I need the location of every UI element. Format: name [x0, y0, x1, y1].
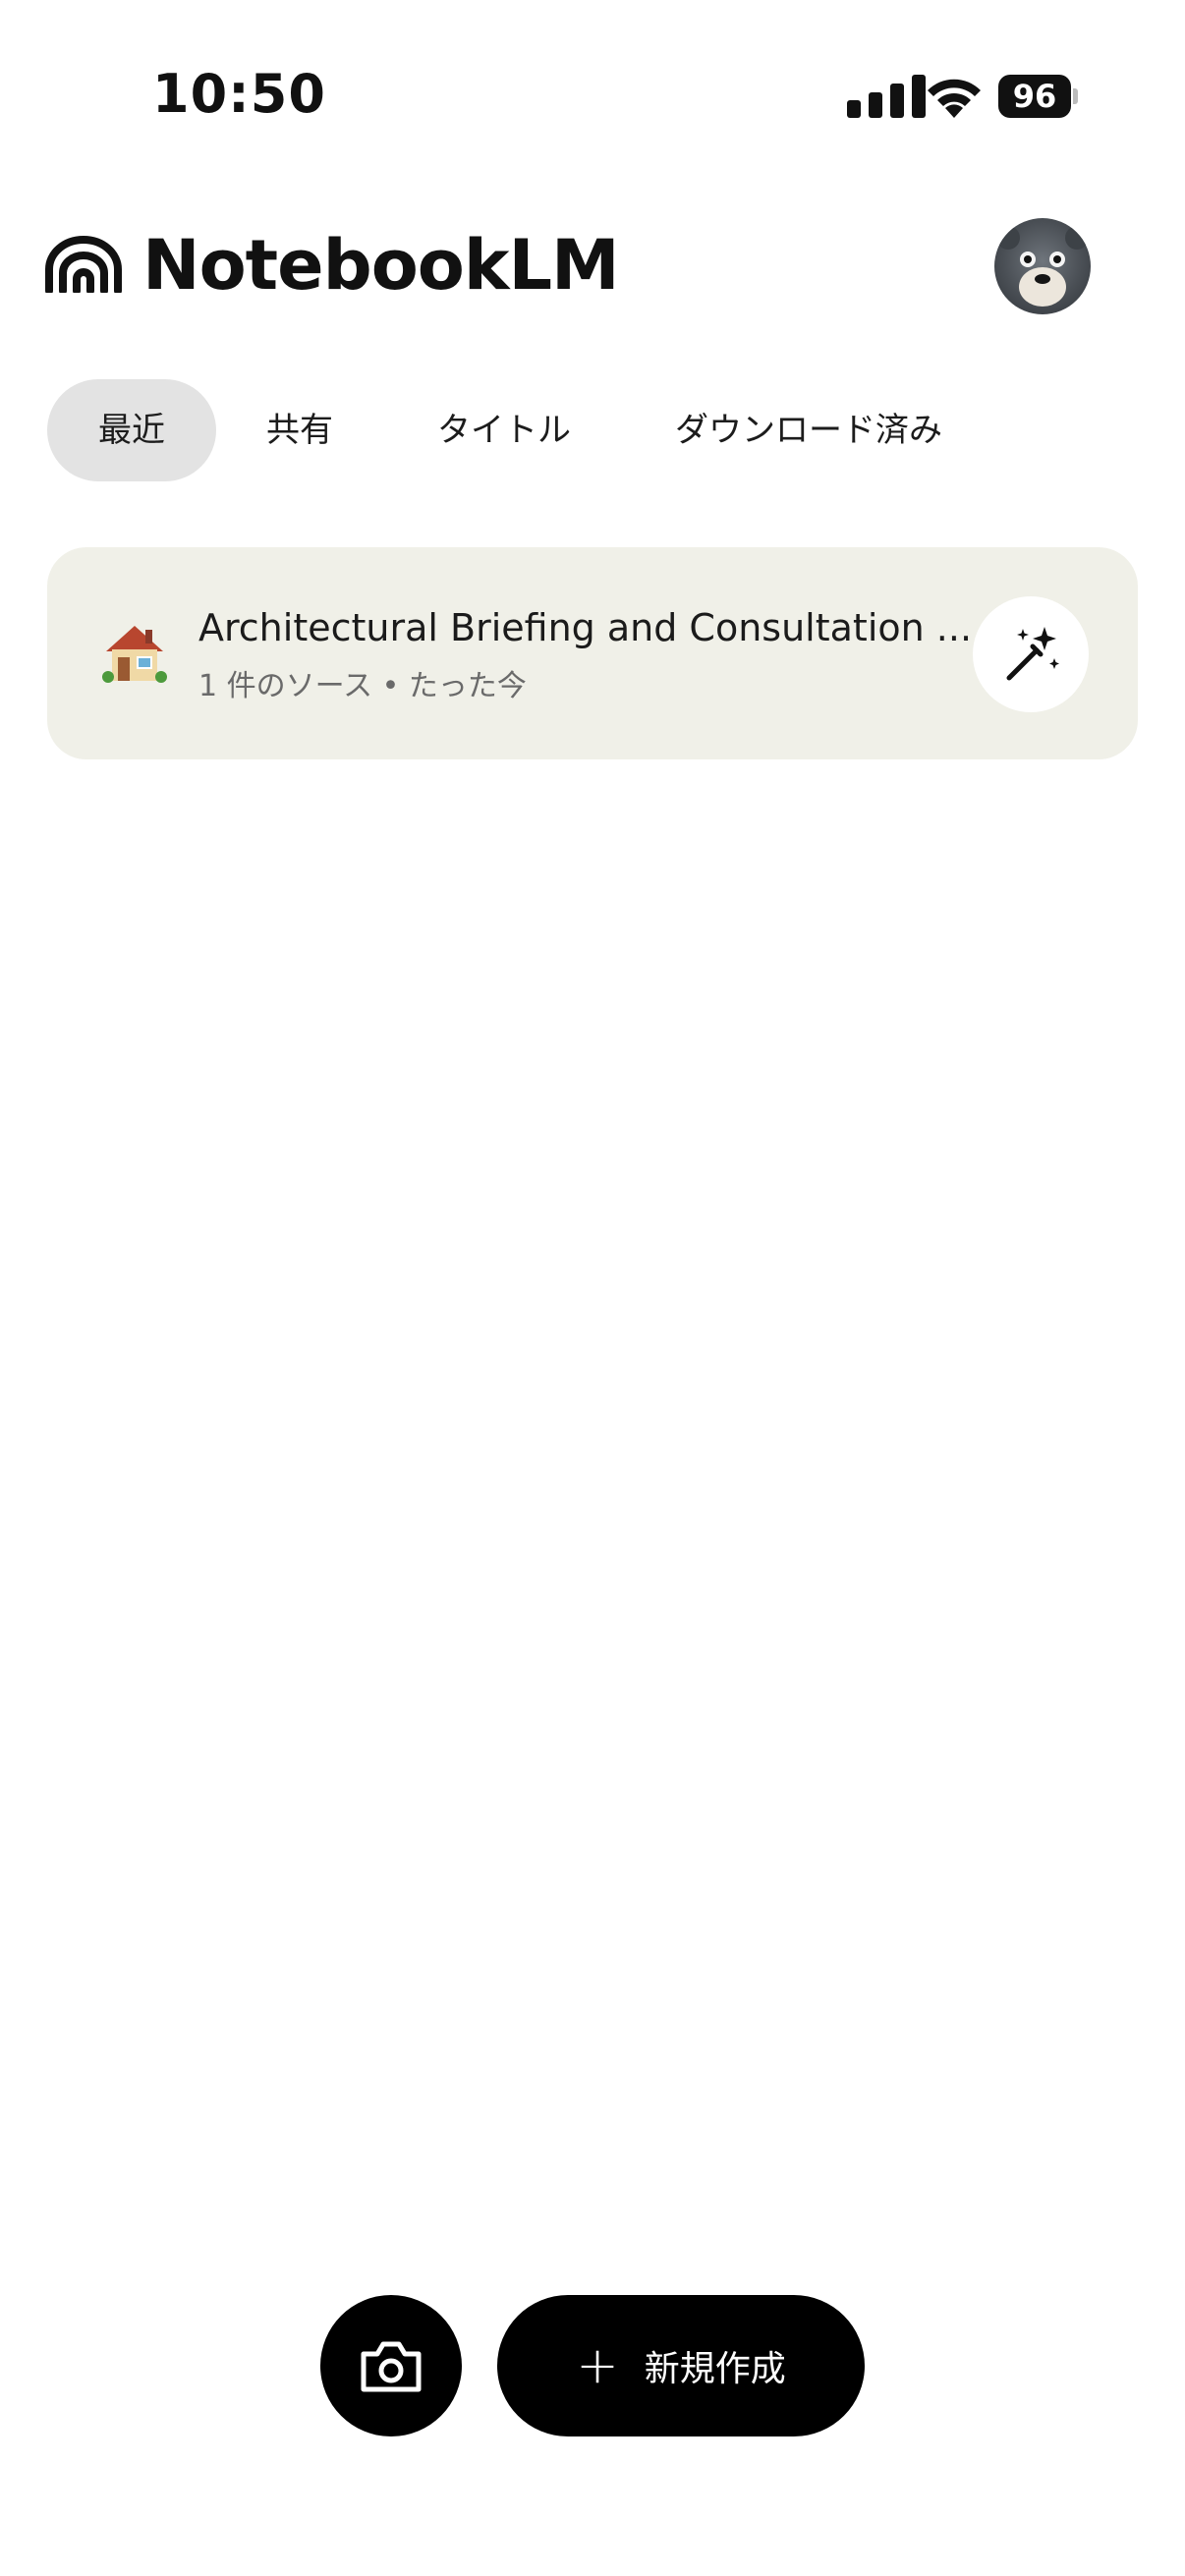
status-time: 10:50 — [152, 63, 326, 125]
house-icon — [102, 626, 167, 683]
notebooklm-logo-icon — [45, 236, 122, 293]
tab-downloaded[interactable]: ダウンロード済み — [649, 379, 969, 481]
tab-recent[interactable]: 最近 — [47, 379, 216, 481]
notebook-card[interactable]: Architectural Briefing and Consultation … — [47, 547, 1138, 759]
new-notebook-label: 新規作成 — [644, 2349, 786, 2389]
plus-icon: + — [576, 2336, 619, 2395]
magic-wand-button[interactable] — [973, 596, 1089, 712]
battery-level: 96 — [998, 75, 1071, 118]
tab-shared[interactable]: 共有 — [236, 379, 364, 481]
tab-title[interactable]: タイトル — [413, 379, 595, 481]
bear-avatar-icon — [996, 226, 1089, 307]
magic-wand-icon — [1006, 627, 1059, 681]
app-title: NotebookLM — [142, 225, 620, 306]
notebook-title: Architectural Briefing and Consultation … — [198, 606, 973, 649]
new-notebook-button[interactable]: + 新規作成 — [497, 2295, 865, 2436]
wifi-icon — [928, 79, 981, 118]
avatar[interactable] — [994, 218, 1091, 314]
battery-icon: 96 — [998, 75, 1079, 118]
camera-button[interactable] — [320, 2295, 462, 2436]
camera-icon — [361, 2341, 422, 2392]
notebook-meta: 1 件のソース • たった今 — [198, 669, 527, 703]
